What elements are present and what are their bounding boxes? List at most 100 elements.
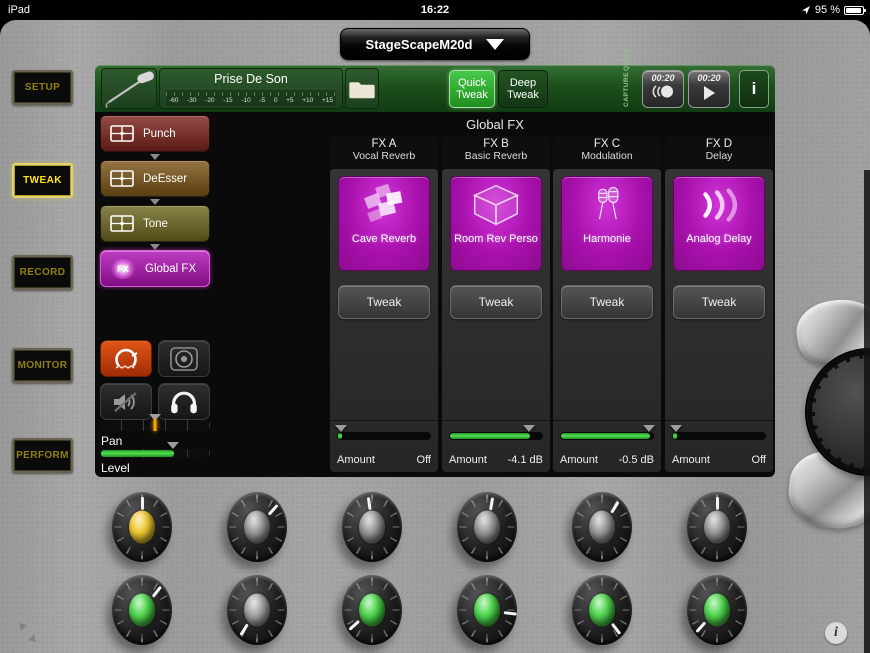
amount-label: Amount [449,454,487,466]
chain-item-label: Punch [143,128,176,140]
fx-preset-name: Cave Reverb [352,233,416,245]
channel-info-button[interactable]: i [739,70,769,108]
level-slider[interactable] [100,449,210,458]
fx-slot-name: FX B [442,136,550,150]
rotary-knob-2[interactable] [227,492,287,562]
rotary-knob-12[interactable] [687,575,747,645]
rotary-knob-11[interactable] [572,575,632,645]
presets-folder-button[interactable] [345,68,379,109]
rotary-knob-8[interactable] [227,575,287,645]
fx-slot-d: FX D Delay [665,136,773,472]
clock: 16:22 [0,4,870,16]
capture-loop-icon [650,83,676,100]
nav-record-button[interactable]: RECORD [12,255,73,290]
chain-global-fx-button[interactable]: FX Global FX [100,250,210,287]
fx-d-amount-slider[interactable] [672,432,766,440]
muted-speaker-icon [111,390,141,414]
fx-preset-tile[interactable]: Room Rev Perso [450,176,542,271]
amount-label: Amount [337,454,375,466]
fx-preset-tile[interactable]: Harmonie [561,176,653,271]
fx-slot-category: Vocal Reverb [330,150,438,162]
rotary-knob-10[interactable] [457,575,517,645]
resize-handle[interactable] [18,622,46,646]
channel-name: Prise De Son [160,72,342,86]
reverb-plates-icon [355,177,413,233]
speaker-icon [169,346,199,372]
nav-perform-button[interactable]: PERFORM [12,438,73,473]
fx-preset-tile[interactable]: Cave Reverb [338,176,430,271]
channel-header: Prise De Son -60 -30 -20 -15 -10 -5 0 +5… [95,65,775,112]
dynamics-button[interactable] [100,340,152,377]
mute-button[interactable] [100,383,152,420]
fx-b-amount-slider[interactable] [449,432,543,440]
rotary-knob-5[interactable] [572,492,632,562]
battery-icon [844,6,864,15]
location-arrow-icon [801,5,811,15]
status-bar: iPad 16:22 95 % [0,0,870,20]
fx-b-tweak-button[interactable]: Tweak [450,285,542,319]
quick-capture-record-button[interactable]: 00:20 [642,70,684,108]
chain-punch-button[interactable]: Punch [100,115,210,152]
pan-slider[interactable] [100,420,210,431]
channel-level-meter: -60 -30 -20 -15 -10 -5 0 +5 +10 +15 [166,90,336,106]
quick-tweak-tab[interactable]: Quick Tweak [449,70,495,108]
fx-a-tweak-button[interactable]: Tweak [338,285,430,319]
chain-tone-button[interactable]: Tone [100,205,210,242]
meter-tick: -60 [169,97,178,104]
chain-item-label: DeEsser [143,173,187,185]
amount-label: Amount [560,454,598,466]
rotary-knob-9[interactable] [342,575,402,645]
headphones-button[interactable] [158,383,210,420]
device-selector-label: StageScapeM20d [366,37,473,52]
global-fx-title: Global FX [215,117,775,132]
eq-grid-icon [110,125,134,142]
deep-tweak-tab[interactable]: Deep Tweak [498,70,548,108]
nav-tweak-button[interactable]: TWEAK [12,163,73,198]
quick-capture-label: CAPTURE QUICK [623,71,630,107]
dual-microphones-icon [582,177,632,233]
device-bezel: StageScapeM20d SETUP TWEAK RECORD MONITO… [0,20,870,653]
microphone-icon [102,69,156,108]
amount-value: Off [417,454,431,466]
channel-input-button[interactable] [101,68,157,109]
fx-slot-c: FX C Modulation [553,136,661,472]
rotary-knob-3[interactable] [342,492,402,562]
fx-slot-category: Basic Reverb [442,150,550,162]
pan-marker [154,419,157,431]
capture-time: 00:20 [651,73,674,83]
meter-tick: -5 [259,97,265,104]
quick-capture-play-button[interactable]: 00:20 [688,70,730,108]
fx-d-tweak-button[interactable]: Tweak [673,285,765,319]
nav-monitor-button[interactable]: MONITOR [12,348,73,383]
amount-value: -4.1 dB [508,454,543,466]
amount-pointer-icon [643,425,655,432]
amount-label: Amount [672,454,710,466]
app-info-button[interactable]: i [825,622,847,644]
chain-deesser-button[interactable]: DeEsser [100,160,210,197]
fx-c-amount-slider[interactable] [560,432,654,440]
fx-slot-name: FX D [665,136,773,150]
chain-item-label: Tone [143,218,168,230]
app-screen: iPad 16:22 95 % StageScapeM20d SETUP TWE… [0,0,870,653]
rotary-knob-7[interactable] [112,575,172,645]
rotary-knob-6[interactable] [687,492,747,562]
fx-slot-b: FX B Basic Reverb [442,136,550,472]
fx-preset-tile[interactable]: Analog Delay [673,176,765,271]
monitor-speaker-button[interactable] [158,340,210,377]
nav-setup-button[interactable]: SETUP [12,70,73,105]
fx-c-tweak-button[interactable]: Tweak [561,285,653,319]
amount-value: -0.5 dB [619,454,654,466]
fx-a-amount-slider[interactable] [337,432,431,440]
meter-tick: +5 [286,97,293,104]
headphones-icon [168,389,200,415]
fx-slot-name: FX C [553,136,661,150]
fx-preset-name: Analog Delay [686,233,751,245]
fx-slot-category: Delay [665,150,773,162]
capture-time: 00:20 [697,73,720,83]
fx-slot-category: Modulation [553,150,661,162]
rotary-knob-1[interactable] [112,492,172,562]
fx-slot-name: FX A [330,136,438,150]
rotary-knob-4[interactable] [457,492,517,562]
device-selector-dropdown[interactable]: StageScapeM20d [340,28,530,60]
fx-preset-name: Harmonie [583,233,631,245]
